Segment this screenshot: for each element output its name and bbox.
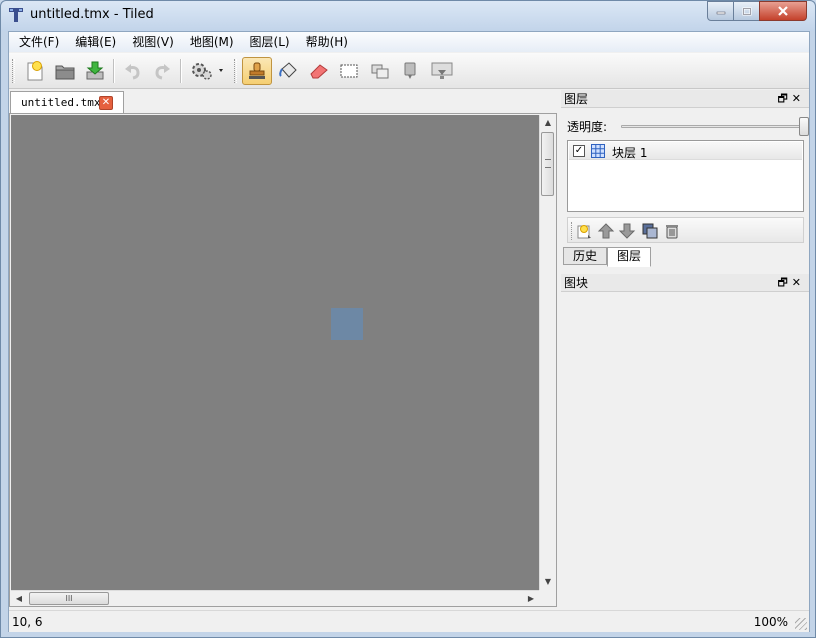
move-layer-down-icon[interactable] xyxy=(618,222,636,240)
layer-list[interactable]: ✓ 块层 1 xyxy=(567,140,804,212)
rect-select-icon xyxy=(340,64,358,78)
select-same-tile-icon xyxy=(371,64,389,79)
dock-float-close-icon[interactable]: 🗗✕ xyxy=(777,274,805,292)
eraser-button[interactable] xyxy=(305,57,333,85)
save-icon xyxy=(86,61,104,80)
vertical-scrollbar[interactable]: ▲ ▼ xyxy=(539,115,555,590)
tilesets-area[interactable] xyxy=(561,305,809,607)
menu-help[interactable]: 帮助(H) xyxy=(298,32,356,52)
open-button[interactable] xyxy=(51,57,79,85)
dock-tabs: 历史 图层 xyxy=(563,247,652,267)
toolbar-separator xyxy=(113,59,115,83)
layers-panel-title-bar[interactable]: 图层 🗗✕ xyxy=(561,90,809,108)
main-toolbar xyxy=(9,53,809,89)
rect-select-button[interactable] xyxy=(335,57,363,85)
menu-view[interactable]: 视图(V) xyxy=(124,32,182,52)
tiles-panel-title: 图块 xyxy=(564,276,589,290)
toolbar-grip[interactable] xyxy=(571,222,574,240)
menu-file[interactable]: 文件(F) xyxy=(11,32,67,52)
new-map-icon xyxy=(27,61,43,81)
map-canvas[interactable] xyxy=(11,115,539,590)
layer-visibility-checkbox[interactable]: ✓ xyxy=(573,145,585,157)
toolbar-grip[interactable] xyxy=(12,59,15,83)
tab-history[interactable]: 历史 xyxy=(563,247,608,265)
undo-button[interactable] xyxy=(119,57,147,85)
opacity-slider-handle[interactable] xyxy=(799,117,809,136)
tab-label: untitled.tmx xyxy=(21,96,101,109)
delete-layer-trash-icon[interactable] xyxy=(663,222,681,240)
commands-gear-icon xyxy=(192,63,223,80)
window-title: untitled.tmx - Tiled xyxy=(30,7,154,22)
eraser-icon xyxy=(310,64,328,79)
object-select-button[interactable] xyxy=(396,57,424,85)
save-button[interactable] xyxy=(81,57,109,85)
resize-grip-icon[interactable] xyxy=(795,618,807,630)
toolbar-grip[interactable] xyxy=(234,59,237,83)
move-layer-up-icon[interactable] xyxy=(597,222,615,240)
layers-panel-title: 图层 xyxy=(564,92,589,106)
edit-polygon-icon xyxy=(431,62,453,79)
layer-name: 块层 1 xyxy=(612,146,648,160)
scroll-left-icon[interactable]: ◀ xyxy=(11,591,27,607)
tile-layer-grid-icon xyxy=(591,144,605,158)
object-select-icon xyxy=(404,62,416,79)
close-button[interactable] xyxy=(759,1,807,21)
scroll-right-icon[interactable]: ▶ xyxy=(523,591,539,607)
edit-polygon-button[interactable] xyxy=(428,57,456,85)
horizontal-scroll-thumb[interactable]: III xyxy=(29,592,109,605)
new-map-button[interactable] xyxy=(21,57,49,85)
minimize-icon xyxy=(716,11,725,15)
layer-row[interactable]: ✓ 块层 1 xyxy=(569,142,802,160)
scroll-down-icon[interactable]: ▼ xyxy=(540,574,556,590)
close-icon xyxy=(778,6,788,16)
minimize-button[interactable] xyxy=(707,1,734,21)
vertical-scroll-thumb[interactable] xyxy=(541,132,554,196)
open-folder-icon xyxy=(55,65,75,80)
stamp-brush-icon xyxy=(249,62,265,79)
scroll-up-icon[interactable]: ▲ xyxy=(540,115,556,131)
zoom-level[interactable]: 100% xyxy=(754,615,788,629)
opacity-slider[interactable] xyxy=(621,125,806,128)
menu-edit[interactable]: 编辑(E) xyxy=(67,32,124,52)
duplicate-layer-icon[interactable] xyxy=(641,222,659,240)
tile-cursor-highlight xyxy=(331,308,363,340)
select-same-tile-button[interactable] xyxy=(366,57,394,85)
opacity-row: 透明度: xyxy=(567,117,809,136)
layer-toolbar xyxy=(567,217,804,243)
restore-icon xyxy=(742,7,751,15)
redo-button[interactable] xyxy=(148,57,176,85)
toolbar-separator xyxy=(180,59,182,83)
maximize-button[interactable] xyxy=(733,1,760,21)
tiled-app-icon xyxy=(9,8,23,22)
map-document-area: untitled.tmx ✕ ▲ ▼ ◀ III ▶ xyxy=(9,90,557,607)
new-layer-icon[interactable] xyxy=(576,222,594,240)
bucket-fill-button[interactable] xyxy=(274,57,302,85)
tab-untitled-tmx[interactable]: untitled.tmx ✕ xyxy=(10,91,124,113)
right-dock: 图层 🗗✕ 透明度: ✓ 块层 1 历史 图层 图块 🗗✕ xyxy=(561,90,809,607)
horizontal-scrollbar[interactable]: ◀ III ▶ xyxy=(11,590,539,606)
title-bar[interactable]: untitled.tmx - Tiled xyxy=(1,1,815,31)
dock-float-close-icon[interactable]: 🗗✕ xyxy=(777,90,805,108)
tiles-panel-title-bar[interactable]: 图块 🗗✕ xyxy=(561,274,809,292)
undo-icon xyxy=(125,64,140,80)
redo-icon xyxy=(155,64,170,80)
bucket-fill-icon xyxy=(279,62,297,78)
menu-layer[interactable]: 图层(L) xyxy=(242,32,298,52)
client-area: 文件(F) 编辑(E) 视图(V) 地图(M) 图层(L) 帮助(H) unti… xyxy=(8,31,810,632)
stamp-brush-button[interactable] xyxy=(242,57,272,85)
status-bar: 10, 6 100% xyxy=(9,610,809,632)
commands-button[interactable] xyxy=(188,57,228,85)
cursor-position: 10, 6 xyxy=(12,615,43,629)
map-view-frame: ▲ ▼ ◀ III ▶ xyxy=(9,113,557,607)
tab-layers[interactable]: 图层 xyxy=(607,247,652,267)
tab-close-icon[interactable]: ✕ xyxy=(99,96,113,110)
opacity-label: 透明度: xyxy=(567,120,608,134)
menu-map[interactable]: 地图(M) xyxy=(182,32,242,52)
menu-bar: 文件(F) 编辑(E) 视图(V) 地图(M) 图层(L) 帮助(H) xyxy=(9,32,809,52)
main-window: untitled.tmx - Tiled 文件(F) 编辑(E) 视图(V) 地… xyxy=(0,0,816,638)
